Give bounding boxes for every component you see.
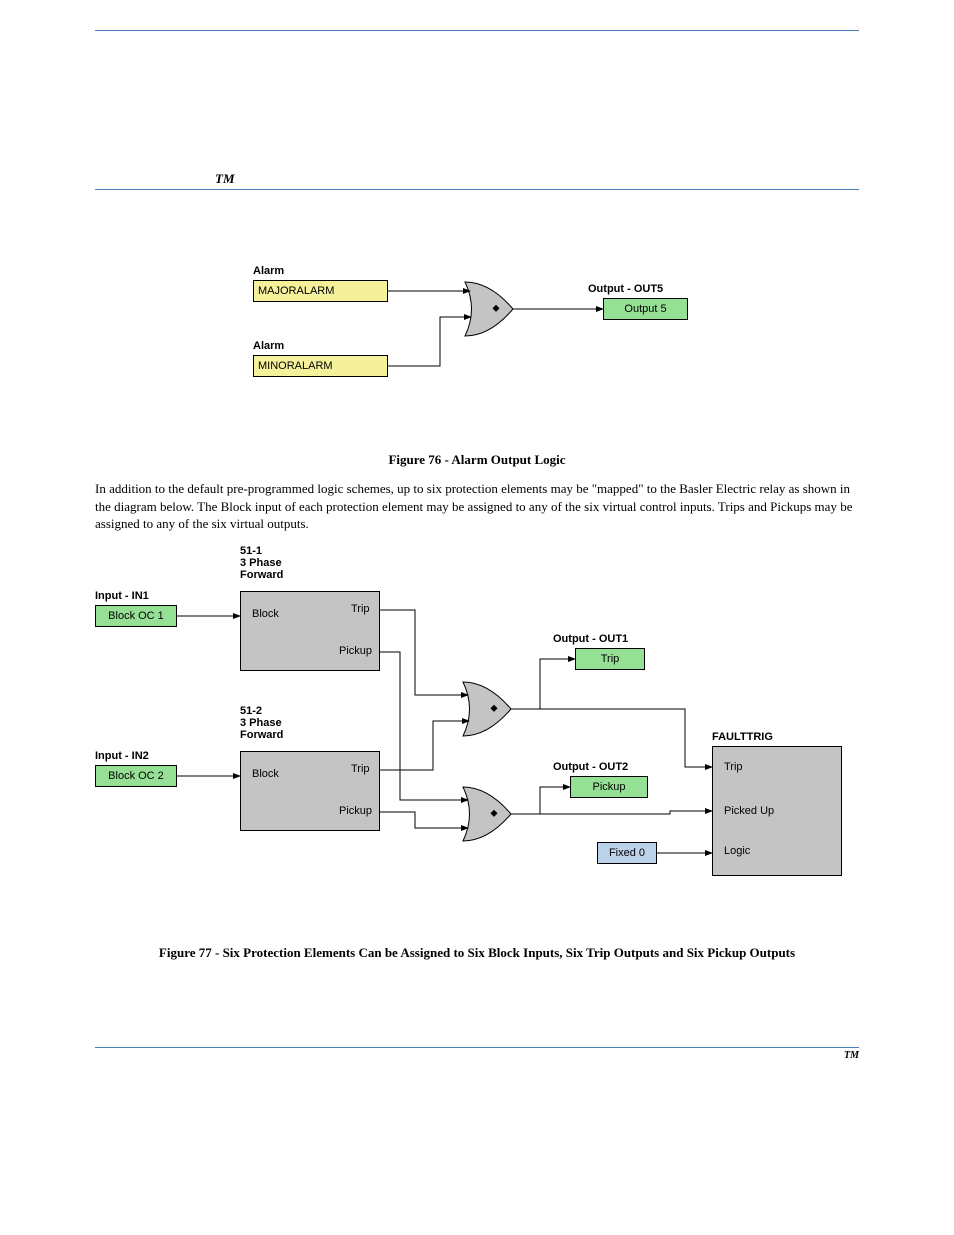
box-minoralarm: MINORALARM — [253, 355, 388, 377]
label-out1: Output - OUT1 — [553, 633, 628, 645]
pin-block2-trip: Trip — [351, 763, 370, 775]
pin-block1-pickup: Pickup — [339, 645, 372, 657]
paragraph-1: In addition to the default pre-programme… — [95, 480, 859, 533]
label-alarm-major: Alarm — [253, 265, 284, 277]
label-output5: Output - OUT5 — [588, 283, 663, 295]
box-out1: Trip — [575, 648, 645, 670]
label-alarm-minor: Alarm — [253, 340, 284, 352]
label-in1: Input - IN1 — [95, 590, 149, 602]
pin-block1-trip: Trip — [351, 603, 370, 615]
footer: TM — [95, 1048, 859, 1061]
footer-tm: TM — [844, 1050, 859, 1061]
label-block1: 51-1 3 Phase Forward — [240, 545, 283, 581]
caption-fig2: Figure 77 - Six Protection Elements Can … — [157, 945, 797, 961]
box-in1: Block OC 1 — [95, 605, 177, 627]
tm-header: TM — [215, 171, 859, 187]
header-rule — [95, 30, 859, 31]
figure-protection-mapping: Input - IN1 Block OC 1 Input - IN2 Block… — [95, 545, 859, 935]
caption-fig1: Figure 76 - Alarm Output Logic — [95, 452, 859, 468]
box-fixed0: Fixed 0 — [597, 842, 657, 864]
pin-ft-trip: Trip — [724, 761, 743, 773]
box-output5: Output 5 — [603, 298, 688, 320]
figure-alarm-logic: Alarm MAJORALARM Alarm MINORALARM Output… — [95, 262, 859, 442]
label-faulttrig: FAULTTRIG — [712, 731, 773, 743]
box-out2: Pickup — [570, 776, 648, 798]
pin-block1-block: Block — [252, 608, 279, 620]
label-out2: Output - OUT2 — [553, 761, 628, 773]
box-in2: Block OC 2 — [95, 765, 177, 787]
pin-ft-logic: Logic — [724, 845, 750, 857]
pin-block2-pickup: Pickup — [339, 805, 372, 817]
label-block2: 51-2 3 Phase Forward — [240, 705, 283, 741]
pin-ft-pickedup: Picked Up — [724, 805, 774, 817]
label-in2: Input - IN2 — [95, 750, 149, 762]
box-majoralarm: MAJORALARM — [253, 280, 388, 302]
pin-block2-block: Block — [252, 768, 279, 780]
